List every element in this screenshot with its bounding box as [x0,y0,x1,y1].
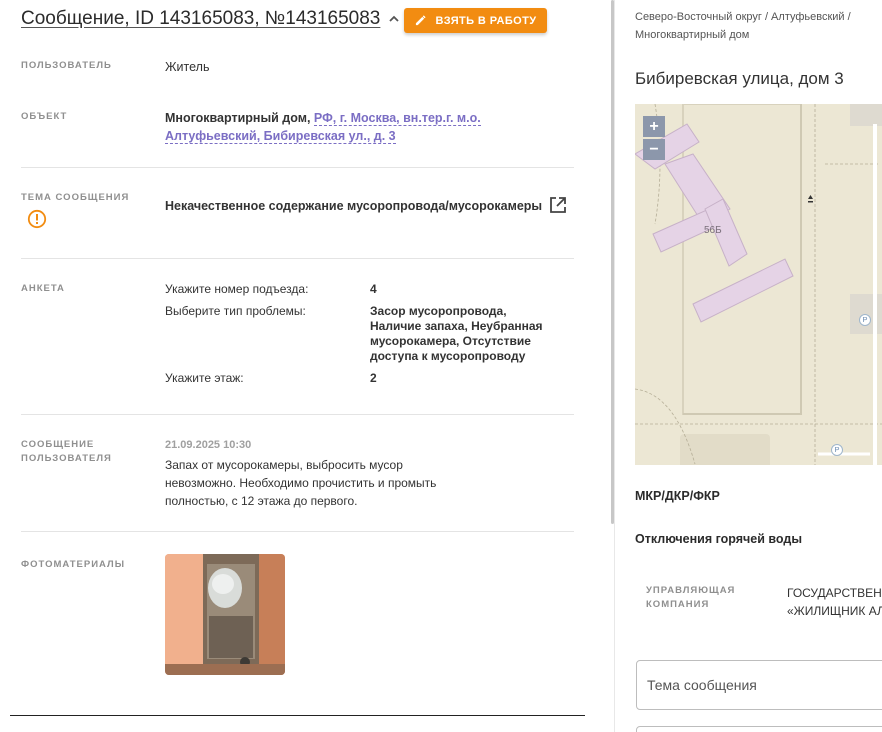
message-date: 21.09.2025 10:30 [165,439,252,451]
survey-label: АНКЕТА [21,283,65,294]
divider [10,715,585,716]
topic-input[interactable]: Тема сообщения [636,660,882,710]
management-company-value: ГОСУДАРСТВЕННОЕ «ЖИЛИЩНИК АЛТУФЬЕВСКИЙ» [787,586,882,618]
user-value: Житель [165,60,210,74]
parking-icon: P [859,314,871,326]
zoom-out-button[interactable]: − [643,139,665,160]
next-input[interactable] [636,726,882,732]
take-to-work-button[interactable]: ВЗЯТЬ В РАБОТУ [404,8,547,33]
open-external-icon[interactable] [548,195,568,215]
zoom-in-button[interactable]: + [643,116,665,137]
survey-answer: 2 [370,371,377,385]
divider [21,414,574,415]
object-type: Многоквартирный дом, [165,111,311,125]
map-canvas [635,104,882,465]
user-label: ПОЛЬЗОВАТЕЛЬ [21,60,112,71]
divider [21,258,574,259]
photo-image [165,554,285,675]
survey-answer: Засор мусоропровода, Наличие запаха, Неу… [370,304,543,363]
survey-question: Укажите номер подъезда: [165,282,309,296]
message-text: Запах от мусорокамеры, выбросить мусор н… [165,458,437,508]
object-value: Многоквартирный дом, РФ, г. Москва, вн.т… [165,109,565,145]
photo-thumbnail[interactable] [165,554,285,675]
survey-question: Укажите этаж: [165,371,244,385]
topic-value: Некачественное содержание мусоропровода/… [165,199,543,213]
management-company-label: УПРАВЛЯЮЩАЯ КОМПАНИЯ [646,585,736,610]
warning-icon [27,209,47,229]
divider [21,167,574,168]
survey-question: Выберите тип проблемы: [165,304,306,318]
message-title[interactable]: Сообщение, ID 143165083, №143165083 [21,8,380,30]
mkr-title[interactable]: МКР/ДКР/ФКР [635,489,720,503]
survey-answer: 4 [370,282,377,296]
take-to-work-label: ВЗЯТЬ В РАБОТУ [435,14,537,27]
map[interactable]: + − 56Б P P [635,104,882,465]
user-message-label: СООБЩЕНИЕ ПОЛЬЗОВАТЕЛЯ [21,439,112,464]
hot-water-title[interactable]: Отключения горячей воды [635,532,802,546]
chevron-up-icon[interactable] [387,12,401,26]
divider [21,531,574,532]
object-panel: Северо-Восточный округ / Алтуфьевский / … [615,0,882,732]
message-panel: Сообщение, ID 143165083, №143165083 ВЗЯТ… [0,0,612,732]
title-row: Сообщение, ID 143165083, №143165083 [21,8,401,30]
object-label: ОБЪЕКТ [21,111,68,122]
topic-label: ТЕМА СООБЩЕНИЯ [21,192,130,203]
address-title: Бибиревская улица, дом 3 [635,69,844,88]
pencil-icon [415,15,426,26]
breadcrumb[interactable]: Северо-Восточный округ / Алтуфьевский / … [635,8,880,44]
parking-icon: P [831,444,843,456]
building-label: 56Б [704,225,722,236]
photos-label: ФОТОМАТЕРИАЛЫ [21,559,126,570]
